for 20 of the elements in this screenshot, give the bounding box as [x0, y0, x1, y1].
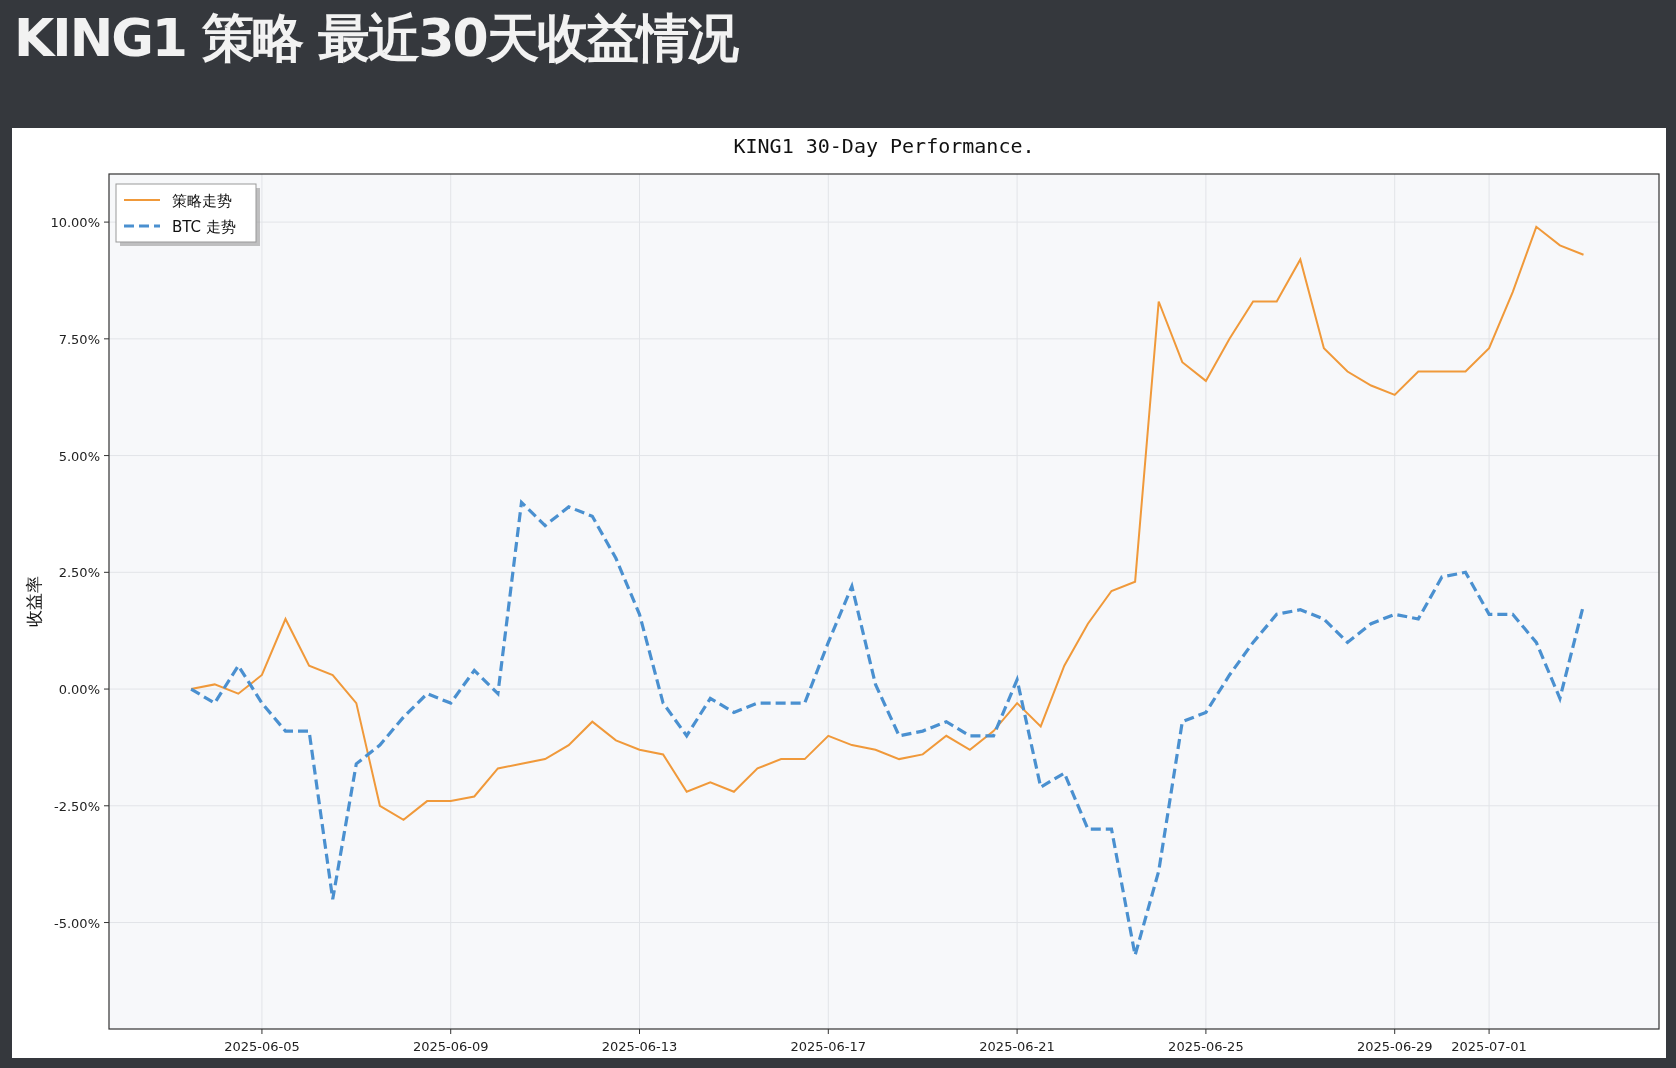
axis-tick-label: 2025-06-29	[1356, 1039, 1433, 1054]
axis-tick-label: 7.50%	[58, 331, 100, 347]
axis-tick-label: 2025-06-25	[1168, 1039, 1244, 1054]
axis-tick-label: 2025-06-21	[979, 1039, 1055, 1054]
chart-title: KING1 30-Day Performance.	[733, 134, 1035, 158]
axis-tick-label: -5.00%	[54, 915, 100, 931]
axis-tick-label: 2.50%	[58, 565, 100, 581]
axis-tick-label: 2025-06-09	[412, 1039, 489, 1054]
page-title: KING1 策略 最近30天收益情况	[14, 7, 737, 70]
axis-tick-label: 2025-06-05	[224, 1039, 300, 1054]
axis-tick-label: -2.50%	[54, 798, 100, 814]
axis-tick-label: 2025-06-17	[790, 1039, 867, 1054]
y-axis-label: 收益率	[24, 576, 44, 627]
axis-tick-label: 0.00%	[58, 682, 100, 698]
axis-tick-label: 2025-06-13	[601, 1039, 678, 1054]
axis-tick-label: 10.00%	[50, 215, 100, 231]
axis-tick-label: 5.00%	[58, 448, 100, 464]
axis-tick-label: 2025-07-01	[1451, 1039, 1527, 1054]
legend-label: 策略走势	[172, 192, 232, 210]
legend-label: BTC 走势	[172, 218, 236, 236]
